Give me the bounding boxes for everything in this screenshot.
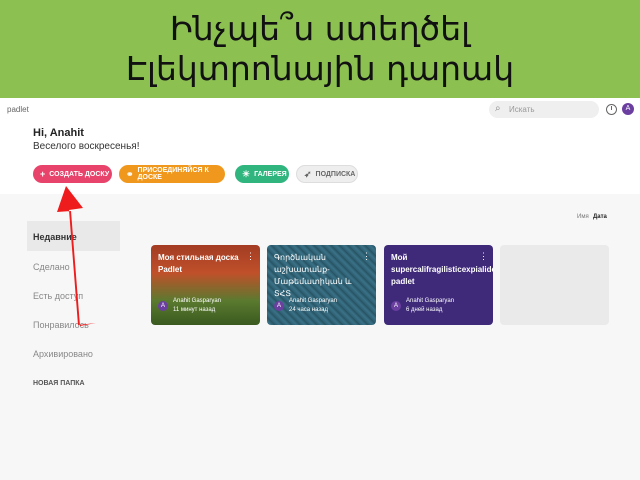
red-arrow-annotation xyxy=(57,186,96,326)
arrow-icon xyxy=(57,186,96,326)
